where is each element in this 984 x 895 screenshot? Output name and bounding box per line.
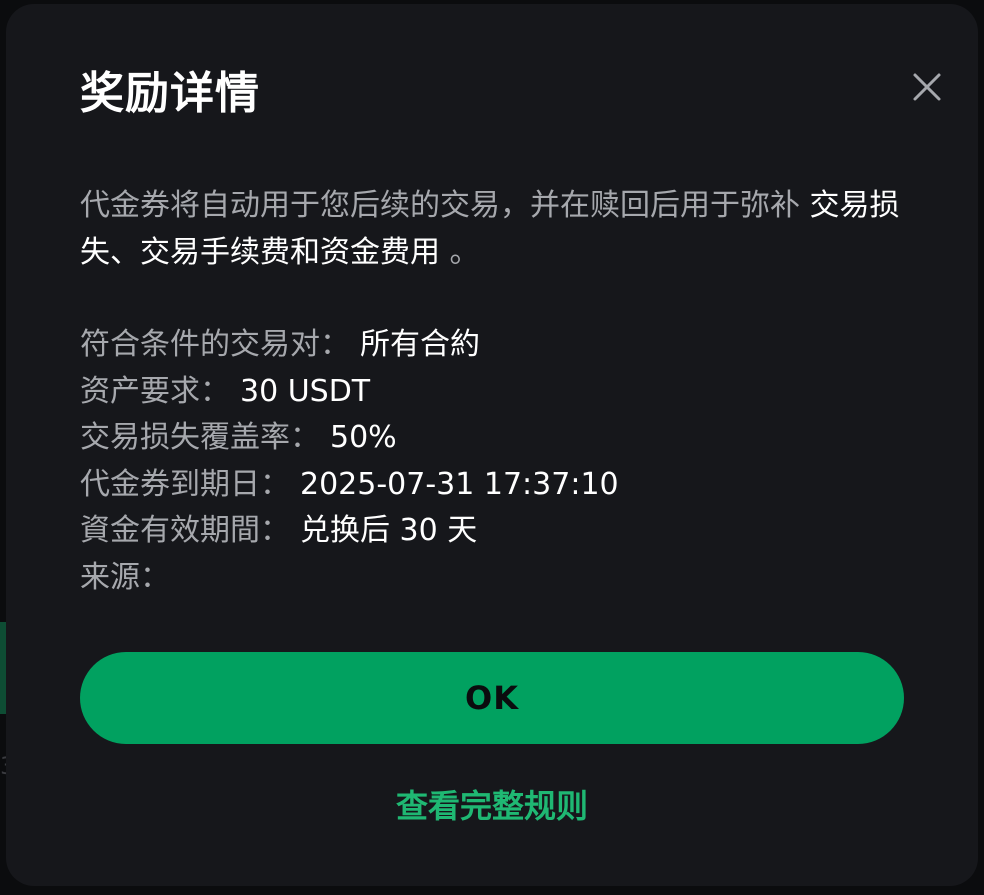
detail-row-expiry-date: 代金券到期日： 2025-07-31 17:37:10 (80, 462, 910, 509)
detail-label: 来源： (80, 559, 170, 595)
detail-row-source: 来源： (80, 555, 910, 602)
detail-row-eligible-pairs: 符合条件的交易对： 所有合約 (80, 322, 910, 369)
detail-label: 交易损失覆盖率： (80, 420, 320, 455)
detail-value: 2025-07-31 17:37:10 (300, 466, 619, 502)
voucher-details-list: 符合条件的交易对： 所有合約 资产要求： 30 USDT 交易损失覆盖率： 50% 代… (80, 322, 910, 601)
close-button[interactable] (906, 66, 948, 108)
view-full-rules-link[interactable]: 查看完整规则 (80, 782, 904, 830)
detail-row-loss-coverage: 交易损失覆盖率： 50% (80, 415, 910, 462)
detail-value: 30 USDT (240, 373, 371, 409)
description-text: 代金券将自动用于您后续的交易，并在赎回后用于弥补 (80, 188, 810, 223)
ok-button[interactable]: OK (80, 652, 904, 744)
detail-label: 代金券到期日： (80, 466, 290, 502)
close-icon (913, 73, 941, 101)
voucher-description: 代金券将自动用于您后续的交易，并在赎回后用于弥补 交易损失、交易手续费和资金费用… (80, 182, 902, 276)
detail-label: 资产要求： (80, 373, 230, 409)
detail-value: 50% (330, 420, 397, 455)
detail-value: 所有合約 (360, 327, 480, 362)
reward-details-modal: 奖励详情 代金券将自动用于您后续的交易，并在赎回后用于弥补 交易损失、交易手续费… (6, 4, 978, 886)
detail-row-validity-period: 資金有效期間： 兑换后 30 天 (80, 508, 910, 555)
detail-value: 兑换后 30 天 (300, 513, 478, 548)
detail-row-asset-requirement: 资产要求： 30 USDT (80, 369, 910, 416)
detail-label: 符合条件的交易对： (80, 327, 350, 362)
description-suffix: 。 (440, 235, 480, 270)
detail-label: 資金有效期間： (80, 513, 290, 548)
modal-title: 奖励详情 (80, 68, 260, 119)
